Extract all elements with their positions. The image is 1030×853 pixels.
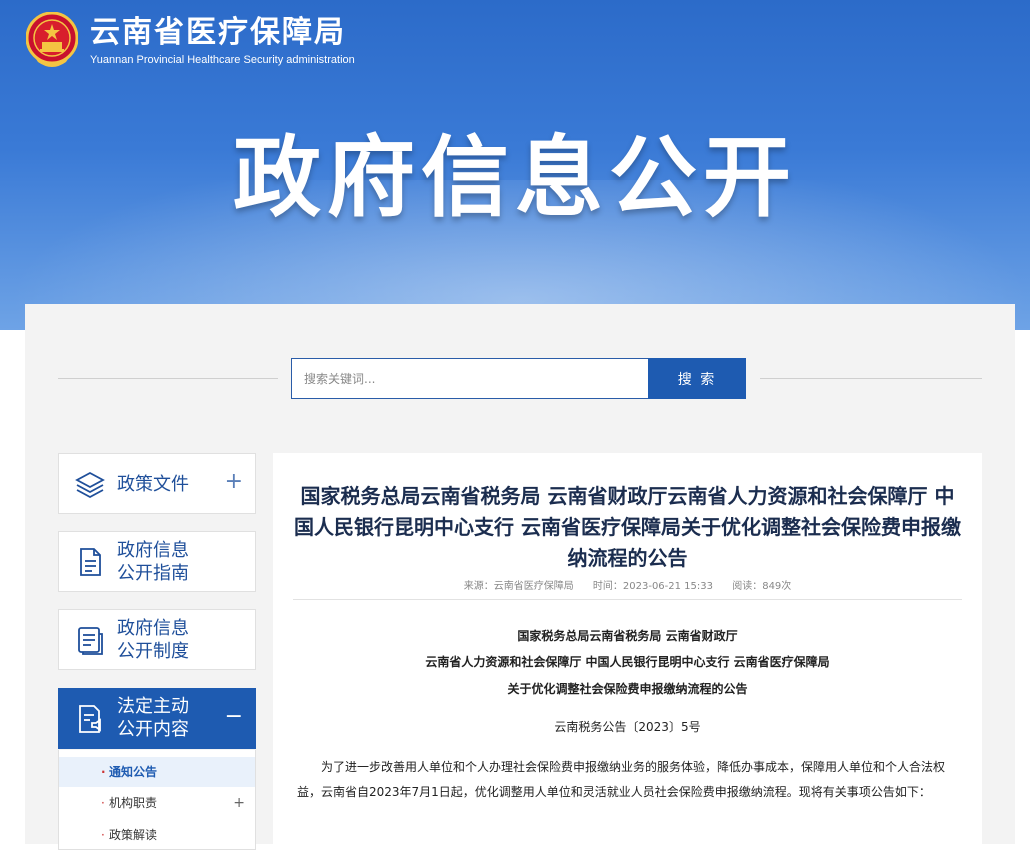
bullet-icon: ·	[101, 828, 105, 842]
article-source: 来源：云南省医疗保障局	[463, 581, 574, 592]
search-button[interactable]: 搜 索	[648, 358, 746, 399]
banner-title: 政府信息公开	[232, 126, 797, 229]
sidebar-item-label: 政策文件	[117, 474, 189, 495]
article-views: 阅读：849次	[732, 581, 792, 592]
article-time: 时间：2023-06-21 15:33	[592, 581, 714, 592]
bullet-icon: ·	[101, 796, 105, 810]
sidebar-subitem-notices[interactable]: · 通知公告	[59, 757, 255, 787]
site-title-english: Yuannan Provincial Healthcare Security a…	[90, 54, 355, 66]
sidebar-item-label: 法定主动 公开内容	[117, 696, 189, 740]
subitem-label: 机构职责	[109, 796, 158, 810]
document-heading-line: 关于优化调整社会保险费申报缴纳流程的公告	[507, 682, 748, 696]
expand-icon[interactable]: +	[225, 470, 243, 494]
search-divider-right	[760, 378, 982, 379]
article-panel: 国家税务总局云南省税务局 云南省财政厅云南省人力资源和社会保障厅 中国人民银行昆…	[273, 453, 982, 853]
search-input[interactable]	[291, 358, 648, 399]
sidebar-subitem-responsibilities[interactable]: · 机构职责 +	[59, 788, 255, 818]
article-title: 国家税务总局云南省税务局 云南省财政厅云南省人力资源和社会保障厅 中国人民银行昆…	[294, 484, 961, 570]
subitem-label: 政策解读	[109, 828, 158, 842]
sidebar-subitem-policy-interpretation[interactable]: · 政策解读	[59, 820, 255, 850]
document-number: 云南税务公告〔2023〕5号	[554, 720, 701, 734]
collapse-icon[interactable]: −	[225, 705, 243, 729]
header-banner: 云南省医疗保障局 Yuannan Provincial Healthcare S…	[0, 0, 1030, 330]
national-emblem-icon[interactable]	[26, 12, 78, 70]
sidebar-item-label: 政府信息 公开制度	[117, 618, 189, 662]
divider	[293, 599, 962, 600]
subitem-label: 通知公告	[109, 765, 158, 779]
sidebar-item-disclosure-system[interactable]: 政府信息 公开制度	[58, 609, 256, 670]
article-paragraph: 为了进一步改善用人单位和个人办理社会保险费申报缴纳业务的服务体验，降低办事成本，…	[297, 760, 946, 799]
article-meta: 来源：云南省医疗保障局 时间：2023-06-21 15:33 阅读：849次	[273, 577, 982, 592]
site-title[interactable]: 云南省医疗保障局	[90, 16, 346, 50]
expand-icon[interactable]: +	[233, 788, 245, 818]
search-divider-left	[58, 378, 278, 379]
sidebar-item-disclosure-guide[interactable]: 政府信息 公开指南	[58, 531, 256, 592]
layers-icon	[75, 471, 105, 499]
sidebar-submenu: · 通知公告 · 机构职责 + · 政策解读	[58, 750, 256, 850]
document-heading-line: 国家税务总局云南省税务局 云南省财政厅	[517, 629, 738, 643]
bullet-icon: ·	[101, 765, 106, 779]
document-speaker-icon	[79, 705, 101, 733]
document-heading-line: 云南省人力资源和社会保障厅 中国人民银行昆明中心支行 云南省医疗保障局	[425, 655, 830, 669]
document-icon	[80, 548, 101, 576]
document-list-icon	[78, 627, 103, 655]
sidebar-item-statutory-disclosure[interactable]: 法定主动 公开内容 −	[58, 688, 256, 749]
sidebar-item-label: 政府信息 公开指南	[117, 540, 189, 584]
sidebar-item-policy-documents[interactable]: 政策文件 +	[58, 453, 256, 514]
